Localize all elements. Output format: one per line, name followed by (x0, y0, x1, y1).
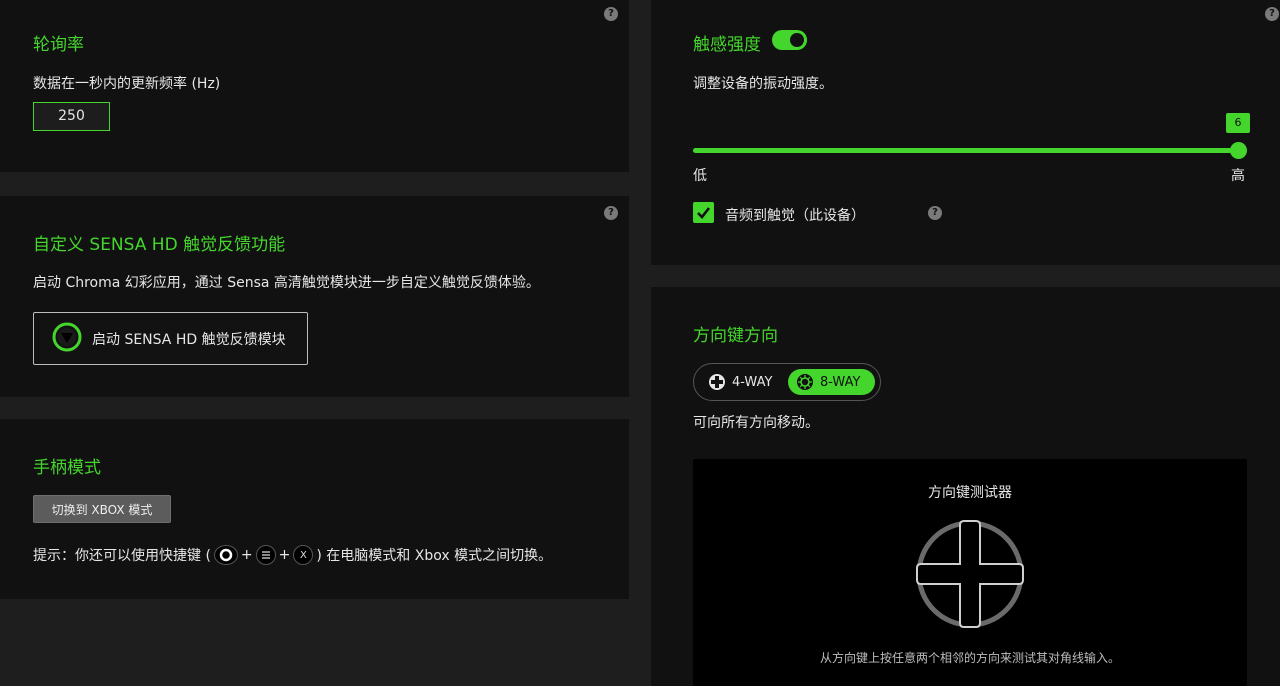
haptic-description: 调整设备的振动强度。 (693, 76, 833, 92)
x-button-icon: X (293, 545, 314, 565)
controller-mode-title: 手柄模式 (33, 458, 101, 478)
audio-to-haptic-label: 音频到触觉（此设备） (725, 208, 865, 224)
tester-hint: 从方向键上按任意两个相邻的方向来测试其对角线输入。 (819, 651, 1120, 665)
haptic-toggle[interactable] (772, 30, 807, 50)
polling-rate-description: 数据在一秒内的更新频率 (Hz) (33, 76, 221, 92)
sensa-help-icon[interactable]: ? (604, 206, 618, 220)
polling-rate-dropdown[interactable]: 250 (33, 102, 110, 131)
4way-icon (709, 374, 725, 390)
dpad-title: 方向键方向 (693, 326, 778, 346)
launch-sensa-button[interactable]: 启动 SENSA HD 触觉反馈模块 (33, 312, 308, 365)
haptic-help-icon[interactable]: ? (1265, 7, 1279, 21)
launch-sensa-label: 启动 SENSA HD 触觉反馈模块 (92, 331, 286, 348)
8way-icon (797, 374, 813, 390)
shortcut-hint: 提示：你还可以使用快捷键 ( + + X ) 在电脑模式和 Xbox 模式之间切… (33, 545, 552, 565)
switch-xbox-mode-button[interactable]: 切换到 XBOX 模式 (33, 495, 171, 523)
hint-plus-2: + (278, 547, 291, 563)
haptic-intensity-panel: ? 触感强度 调整设备的振动强度。 6 低 高 音频到触觉（此设备） ? (651, 0, 1280, 265)
menu-button-icon (255, 545, 276, 565)
slider-low-label: 低 (693, 168, 707, 184)
slider-high-label: 高 (1231, 168, 1245, 184)
sensa-logo-icon (52, 322, 82, 356)
polling-help-icon[interactable]: ? (604, 7, 618, 21)
option-4way[interactable]: 4-WAY (700, 369, 788, 395)
tester-title: 方向键测试器 (928, 485, 1012, 501)
polling-rate-title: 轮询率 (33, 35, 84, 55)
controller-mode-panel: 手柄模式 切换到 XBOX 模式 提示：你还可以使用快捷键 ( + + X ) … (0, 419, 629, 599)
haptic-title: 触感强度 (693, 35, 761, 55)
audio-to-haptic-checkbox[interactable] (693, 202, 714, 223)
polling-rate-panel: ? 轮询率 数据在一秒内的更新频率 (Hz) 250 (0, 0, 629, 172)
sensa-hd-panel: ? 自定义 SENSA HD 触觉反馈功能 启动 Chroma 幻彩应用，通过 … (0, 196, 629, 397)
dpad-icon[interactable] (915, 519, 1025, 629)
sensa-description: 启动 Chroma 幻彩应用，通过 Sensa 高清触觉模块进一步自定义触觉反馈… (33, 275, 540, 291)
haptic-slider-value: 6 (1226, 113, 1250, 133)
hint-prefix: 提示：你还可以使用快捷键 ( (33, 548, 211, 564)
dpad-mode-switch: 4-WAY 8-WAY (693, 363, 881, 401)
dpad-direction-panel: 方向键方向 4-WAY 8-WAY 可向所有方向移动。 方向键测试器 从方向键上… (651, 287, 1280, 686)
audio-help-icon[interactable]: ? (928, 206, 942, 220)
sensa-title: 自定义 SENSA HD 触觉反馈功能 (33, 235, 286, 255)
dpad-tester: 方向键测试器 从方向键上按任意两个相邻的方向来测试其对角线输入。 (693, 459, 1247, 686)
option-8way-label: 8-WAY (820, 374, 861, 390)
hint-plus-1: + (240, 547, 253, 563)
option-8way[interactable]: 8-WAY (788, 369, 875, 395)
option-4way-label: 4-WAY (732, 374, 773, 390)
dpad-description: 可向所有方向移动。 (693, 415, 819, 431)
toggle-knob (790, 33, 804, 47)
check-icon (697, 207, 711, 219)
hint-suffix: ) 在电脑模式和 Xbox 模式之间切换。 (316, 548, 553, 564)
haptic-slider-thumb[interactable] (1230, 142, 1247, 159)
razer-button-icon (213, 545, 238, 565)
haptic-slider-track[interactable] (693, 148, 1239, 153)
